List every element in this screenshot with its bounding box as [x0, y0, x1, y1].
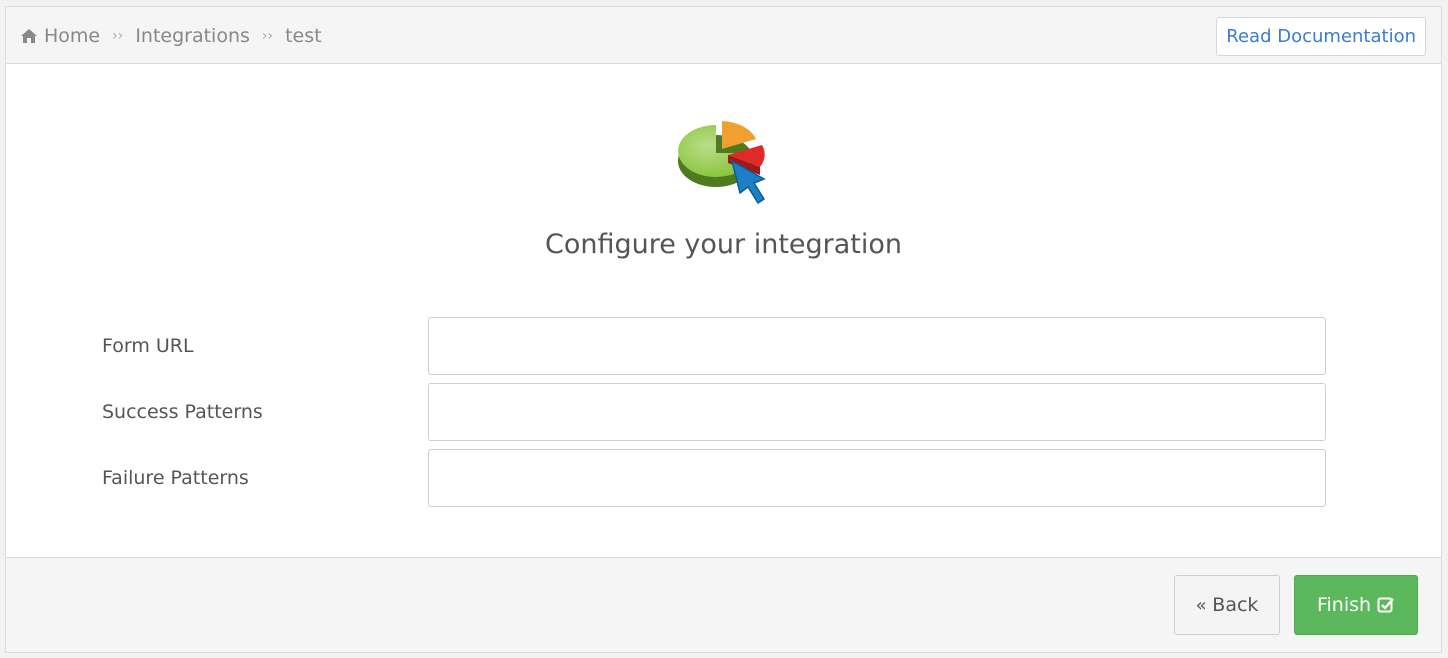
- page-title: Configure your integration: [544, 229, 903, 260]
- breadcrumb-home[interactable]: Home: [44, 25, 100, 47]
- finish-button-label: Finish: [1316, 594, 1372, 616]
- failure-patterns-label: Failure Patterns: [102, 467, 249, 489]
- finish-button[interactable]: Finish: [1294, 575, 1418, 635]
- success-patterns-label: Success Patterns: [102, 401, 263, 423]
- double-chevron-left-icon: «: [1195, 594, 1213, 616]
- read-documentation-button[interactable]: Read Documentation: [1216, 17, 1426, 56]
- integration-panel: Home ›› Integrations ›› test Read Docume…: [5, 6, 1442, 653]
- breadcrumb: Home ›› Integrations ›› test: [20, 7, 322, 64]
- home-icon: [20, 28, 38, 44]
- form-row-success-patterns: Success Patterns: [6, 383, 1441, 441]
- breadcrumb-current: test: [285, 24, 322, 47]
- form-row-form-url: Form URL: [6, 317, 1441, 375]
- form-url-input[interactable]: [428, 317, 1326, 375]
- back-button-label: Back: [1212, 594, 1259, 616]
- success-patterns-input[interactable]: [428, 383, 1326, 441]
- panel-header: Home ›› Integrations ›› test Read Docume…: [6, 7, 1441, 64]
- breadcrumb-separator: ››: [261, 27, 274, 44]
- back-button[interactable]: « Back: [1174, 575, 1280, 635]
- panel-footer: « Back Finish: [6, 557, 1441, 652]
- check-square-icon: [1377, 596, 1395, 614]
- form-row-failure-patterns: Failure Patterns: [6, 449, 1441, 507]
- pie-chart-cursor-icon: [676, 115, 776, 211]
- breadcrumb-separator: ››: [112, 27, 124, 44]
- failure-patterns-input[interactable]: [428, 449, 1326, 507]
- form-url-label: Form URL: [102, 335, 194, 357]
- breadcrumb-integrations[interactable]: Integrations: [135, 25, 250, 47]
